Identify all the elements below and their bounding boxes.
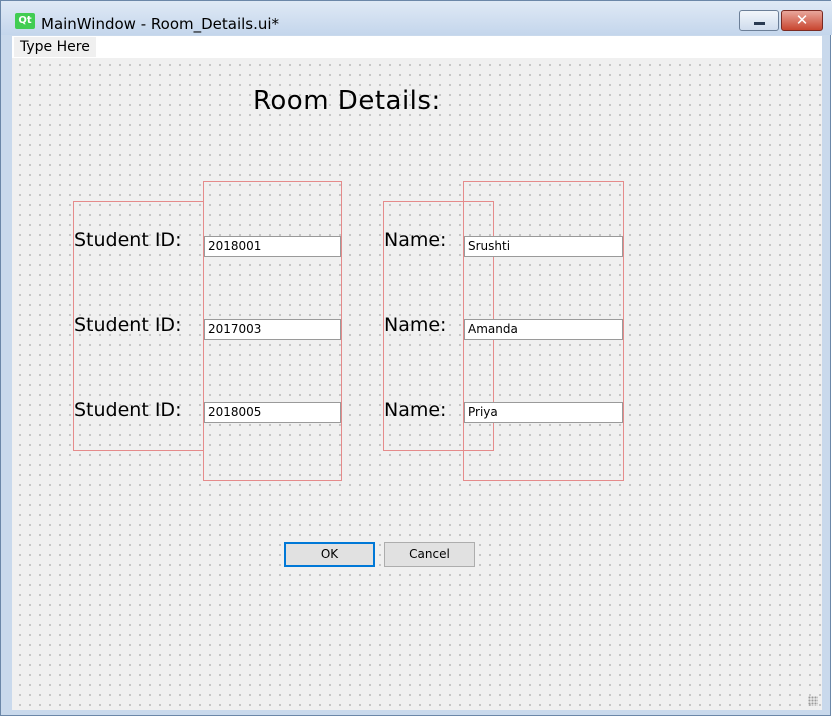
cancel-button[interactable]: Cancel <box>384 542 475 567</box>
student-id-label: Student ID: <box>74 314 182 336</box>
name-label: Name: <box>384 399 447 421</box>
form-canvas: Type Here Room Details: Student ID: 2018… <box>12 36 822 710</box>
name-label: Name: <box>384 314 447 336</box>
ok-button[interactable]: OK <box>284 542 375 567</box>
minimize-button[interactable] <box>739 10 779 31</box>
student-id-field[interactable]: 2018001 <box>204 236 341 257</box>
menu-type-here[interactable]: Type Here <box>14 37 96 57</box>
title-bar[interactable]: Qt MainWindow - Room_Details.ui* ✕ <box>1 1 832 35</box>
name-field[interactable]: Srushti <box>464 236 623 257</box>
menu-bar: Type Here <box>12 36 822 58</box>
close-button[interactable]: ✕ <box>781 10 823 31</box>
name-label: Name: <box>384 229 447 251</box>
qt-app-icon: Qt <box>15 13 35 29</box>
student-id-label: Student ID: <box>74 229 182 251</box>
student-id-field[interactable]: 2017003 <box>204 319 341 340</box>
student-id-field[interactable]: 2018005 <box>204 402 341 423</box>
student-id-label: Student ID: <box>74 399 182 421</box>
main-window: Qt MainWindow - Room_Details.ui* ✕ Type … <box>0 0 832 716</box>
window-title: MainWindow - Room_Details.ui* <box>41 15 280 33</box>
page-title: Room Details: <box>253 86 441 116</box>
name-field[interactable]: Priya <box>464 402 623 423</box>
name-field[interactable]: Amanda <box>464 319 623 340</box>
resize-grip-icon[interactable] <box>808 696 818 706</box>
